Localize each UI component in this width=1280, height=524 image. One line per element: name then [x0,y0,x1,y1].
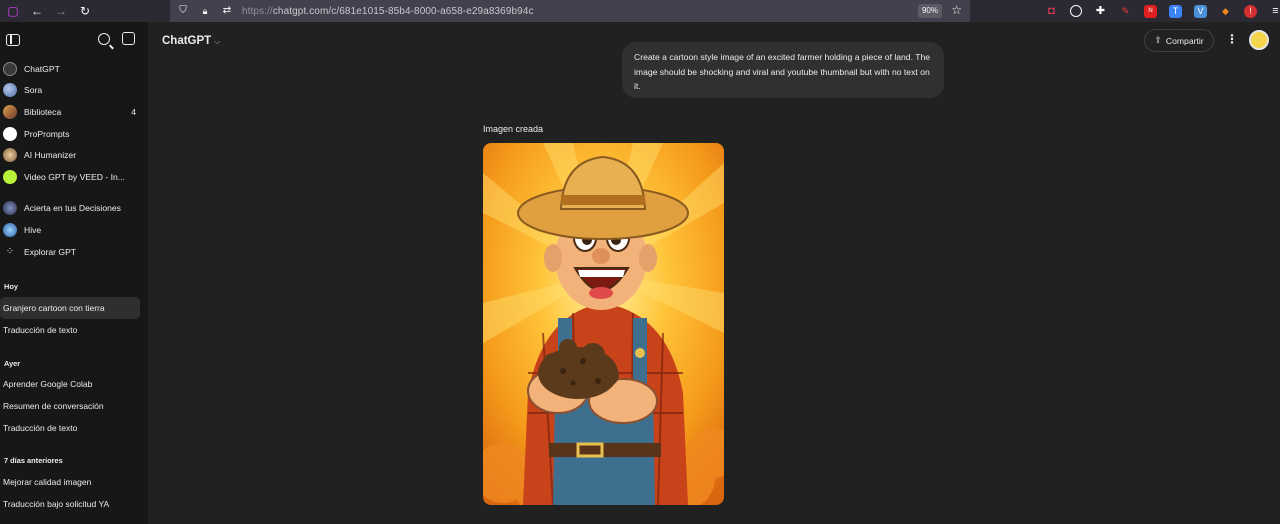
conversation-item[interactable]: Resumen de conversación [0,395,140,417]
share-label: Compartir [1165,35,1204,46]
sidebar-item-explorar[interactable]: ⁘ Explorar GPT [0,241,148,263]
extensions-bar: ◘ ✚ ✎ N T V ◆ ! ≡ [1045,0,1280,22]
url-text[interactable]: https://chatgpt.com/c/681e1015-85b4-8000… [242,6,534,17]
explore-icon: ⁘ [5,245,15,257]
farmer-illustration [483,143,724,505]
sidebar-header [0,22,148,58]
back-icon[interactable]: ← [30,4,44,18]
sidebar-item-label: Explorar GPT [24,246,77,257]
reload-icon[interactable]: ↻ [78,4,92,18]
lock-icon[interactable]: 🔒︎ [198,4,212,18]
share-button[interactable]: ⇪ Compartir [1144,29,1214,52]
forward-icon[interactable]: → [54,4,68,18]
zoom-badge[interactable]: 90% [917,4,942,18]
hive-icon [3,222,17,237]
search-icon[interactable] [98,33,110,45]
sidebar-item-label: ProPrompts [24,128,70,139]
veed-icon [3,169,17,184]
section-heading-previous-7-days: 7 días anteriores [4,456,63,466]
sidebar-item-hive[interactable]: Hive [0,219,148,241]
generated-image[interactable] [483,143,724,505]
sidebar-item-chatgpt[interactable]: ChatGPT [0,58,148,80]
model-selector[interactable]: ChatGPT ⌵ [162,35,220,47]
gpt-spacer [0,188,148,198]
bookmark-star-icon[interactable]: ☆ [951,3,962,17]
translate-extension-icon[interactable]: T [1169,4,1182,18]
sidebar-item-label: Sora [24,85,43,96]
sidebar-item-label: Biblioteca [24,106,62,117]
browser-toolbar: ▢ ← → ↻ ⛉ 🔒︎ ⇄ https://chatgpt.com/c/681… [0,0,1280,22]
chevron-down-icon: ⌵ [214,37,221,46]
sidebar-item-proprompts[interactable]: ProPrompts [0,123,148,145]
library-count-badge: 4 [131,106,136,117]
more-options-icon[interactable]: ⋮ [1226,32,1238,46]
sidebar-item-video-gpt[interactable]: Video GPT by VEED - In... [0,166,148,188]
vpn-extension-icon[interactable]: V [1194,4,1207,18]
sidebar-toggle-icon[interactable]: ▢ [6,4,20,18]
url-path: chatgpt.com/c/681e1015-85b4-8000-a658-e2… [272,5,534,17]
key-extension-icon[interactable]: ✎ [1119,5,1132,18]
decisions-icon [3,201,17,216]
conversation-item[interactable]: Traducción bajo solicitud YA [0,493,140,515]
share-icon: ⇪ [1154,35,1162,45]
account-icon[interactable] [1070,5,1082,17]
sidebar-item-label: Acierta en tus Decisiones [24,203,121,214]
sora-icon [3,83,17,98]
user-message-bubble: Create a cartoon style image of an excit… [622,42,944,98]
conversation-item[interactable]: Traducción de texto [0,417,140,439]
browser-nav: ▢ ← → ↻ [0,4,170,18]
conversation-item-active[interactable]: Granjero cartoon con tierra [0,297,140,319]
chatgpt-icon [3,61,17,76]
proprompts-icon [3,126,17,141]
sidebar-item-sora[interactable]: Sora [0,80,148,102]
url-scheme: https:// [242,5,273,17]
menu-icon[interactable]: ≡ [1269,5,1280,18]
section-heading-yesterday: Ayer [4,358,21,368]
pocket-icon[interactable]: ◘ [1045,5,1058,18]
sidebar-item-label: Hive [24,224,42,235]
sidebar-item-acierta[interactable]: Acierta en tus Decisiones [0,198,148,220]
model-name: ChatGPT [162,35,212,47]
conversation-item[interactable]: Traducción de texto [0,319,140,341]
sidebar-item-ai-humanizer[interactable]: AI Humanizer [0,144,148,166]
image-created-label: Imagen creada [483,124,544,134]
sidebar-item-label: ChatGPT [24,63,60,74]
conversation-item[interactable]: Mejorar calidad imagen [0,471,140,493]
conversation-item[interactable]: Aprender Google Colab [0,374,140,396]
user-avatar[interactable] [1249,30,1269,50]
extensions-puzzle-icon[interactable]: ✚ [1094,5,1107,18]
permissions-icon[interactable]: ⇄ [220,4,234,18]
humanizer-icon [3,148,17,163]
new-extension-icon[interactable]: N [1144,4,1157,18]
sidebar-item-biblioteca[interactable]: Biblioteca 4 [0,101,148,123]
red-extension-icon[interactable]: ! [1244,4,1257,18]
close-sidebar-icon[interactable] [6,34,20,46]
sidebar-item-label: AI Humanizer [24,150,77,161]
url-bar[interactable]: ⛉ 🔒︎ ⇄ https://chatgpt.com/c/681e1015-85… [170,0,970,22]
sidebar-item-label: Video GPT by VEED - In... [24,171,125,182]
chat-main: ChatGPT ⌵ ⇪ Compartir ⋮ Create a cartoon s… [148,22,1280,524]
section-heading-today: Hoy [4,282,18,292]
metamask-icon[interactable]: ◆ [1219,5,1232,18]
shield-icon[interactable]: ⛉ [176,4,190,18]
new-chat-icon[interactable] [122,32,135,45]
gpt-list: ChatGPT Sora Biblioteca 4 ProPrompts AI H… [0,58,148,262]
library-icon [3,104,17,119]
sidebar: ChatGPT Sora Biblioteca 4 ProPrompts AI H… [0,22,148,524]
